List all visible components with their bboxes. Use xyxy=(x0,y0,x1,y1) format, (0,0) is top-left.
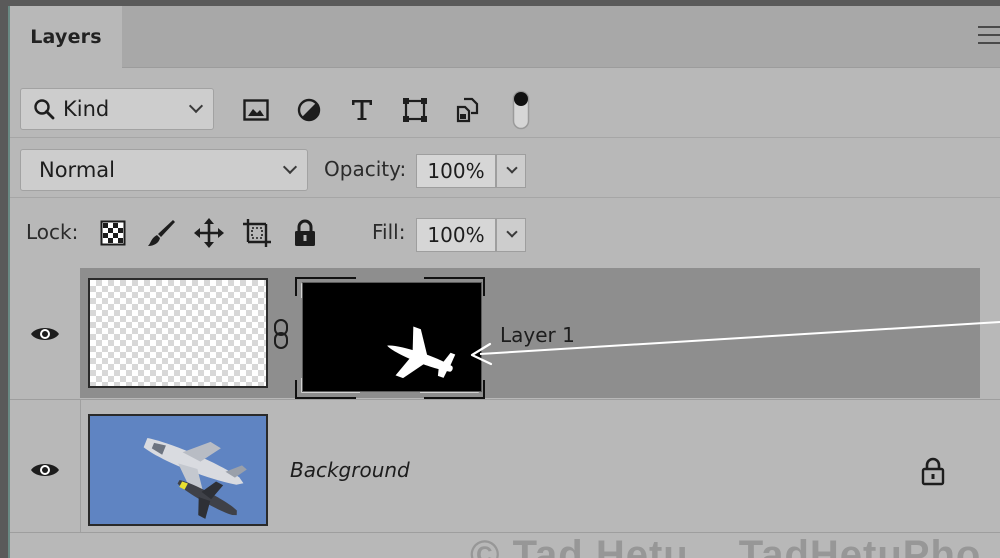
layer-mask-thumbnail[interactable] xyxy=(302,282,482,392)
lock-position-icon[interactable] xyxy=(194,218,224,248)
opacity-input[interactable]: 100% xyxy=(416,154,496,188)
eye-visibility-icon[interactable] xyxy=(30,324,60,344)
filter-row: Kind xyxy=(10,68,1000,138)
layer-row-layer-1[interactable]: Layer 1 xyxy=(10,268,1000,399)
filter-toggle-icon[interactable] xyxy=(505,90,537,130)
lock-row: Lock: Fill: 100% xyxy=(10,198,1000,268)
lock-icon[interactable] xyxy=(920,456,946,486)
image-filter-icon[interactable] xyxy=(240,94,272,126)
lock-all-icon[interactable] xyxy=(290,218,320,248)
lock-artboard-icon[interactable] xyxy=(242,218,272,248)
blend-row: Normal Opacity: 100% xyxy=(10,138,1000,198)
type-filter-icon[interactable] xyxy=(346,94,378,126)
layer-thumbnail-photo[interactable] xyxy=(88,414,268,526)
panel-tab-bar: Layers xyxy=(10,6,1000,68)
layer-row-background[interactable]: Background xyxy=(10,399,1000,533)
lock-image-pixels-icon[interactable] xyxy=(146,218,176,248)
blend-mode-select[interactable]: Normal xyxy=(20,149,308,191)
layer-name[interactable]: Layer 1 xyxy=(500,323,575,347)
shape-filter-icon[interactable] xyxy=(399,94,431,126)
adjustment-filter-icon[interactable] xyxy=(293,94,325,126)
kind-filter-label: Kind xyxy=(63,97,110,121)
chevron-down-icon xyxy=(506,162,518,174)
chevron-down-icon xyxy=(282,159,298,175)
watermark-left: © Tad Hetu xyxy=(470,533,689,558)
smart-object-filter-icon[interactable] xyxy=(452,94,484,126)
lock-label: Lock: xyxy=(26,220,79,244)
layer-name[interactable]: Background xyxy=(290,458,410,482)
lock-transparent-pixels-icon[interactable] xyxy=(98,218,128,248)
airplane-silhouette-icon xyxy=(387,326,456,379)
watermark: © Tad Hetu TadHetuPho xyxy=(470,533,981,558)
fill-dropdown-button[interactable] xyxy=(496,218,526,252)
search-icon xyxy=(34,99,55,120)
watermark-right: TadHetuPho xyxy=(738,533,982,558)
jets-photo-icon xyxy=(143,437,247,519)
chevron-down-icon xyxy=(188,98,204,114)
chevron-down-icon xyxy=(506,226,518,238)
opacity-dropdown-button[interactable] xyxy=(496,154,526,188)
layers-panel: Layers Kind Normal Opacity: 100% Lock: F… xyxy=(8,6,1000,558)
opacity-label: Opacity: xyxy=(324,157,407,181)
eye-visibility-icon[interactable] xyxy=(30,460,60,480)
fill-input[interactable]: 100% xyxy=(416,218,496,252)
link-chain-icon[interactable] xyxy=(272,318,290,350)
kind-filter-select[interactable]: Kind xyxy=(20,88,214,130)
panel-menu-icon[interactable] xyxy=(978,26,1000,44)
layer-thumbnail-transparent[interactable] xyxy=(88,278,268,388)
fill-label: Fill: xyxy=(372,220,406,244)
blend-mode-value: Normal xyxy=(39,158,115,182)
tab-layers[interactable]: Layers xyxy=(10,6,122,68)
